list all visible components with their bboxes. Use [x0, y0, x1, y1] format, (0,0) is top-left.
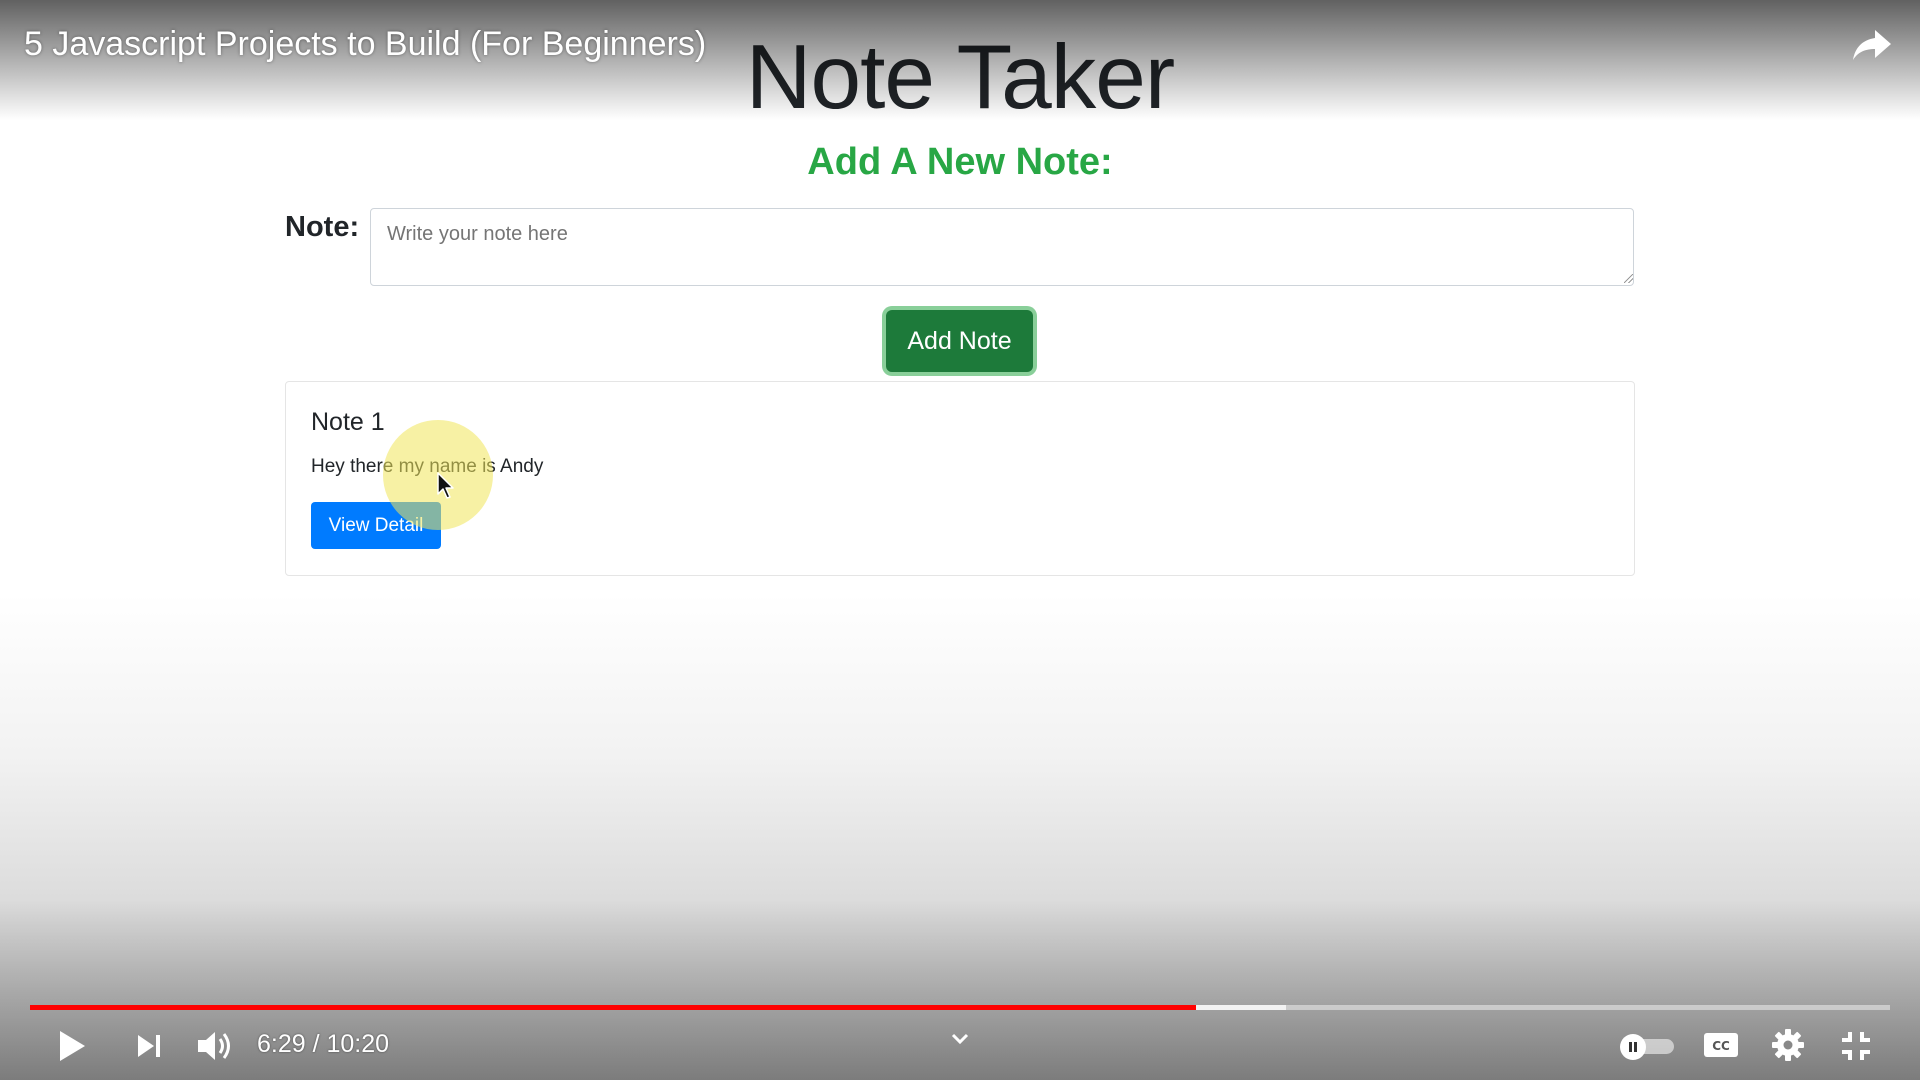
progress-bar[interactable] [30, 1005, 1890, 1010]
cc-icon: CC [1704, 1033, 1738, 1057]
progress-played [30, 1005, 1197, 1010]
note-card [285, 381, 1635, 576]
volume-icon [198, 1032, 230, 1060]
exit-fullscreen-icon [1842, 1032, 1870, 1060]
settings-button[interactable] [1770, 1027, 1806, 1063]
note-card-title: Note 1 [311, 408, 385, 436]
add-note-heading: Add A New Note: [807, 141, 1113, 183]
share-icon[interactable] [1851, 26, 1893, 64]
note-label: Note: [285, 211, 360, 243]
autoplay-toggle[interactable] [1620, 1034, 1676, 1060]
video-title[interactable]: 5 Javascript Projects to Build (For Begi… [24, 25, 706, 64]
view-detail-button[interactable]: View Detail [311, 502, 441, 549]
captions-button[interactable]: CC [1702, 1030, 1740, 1060]
time-display: 6:29 / 10:20 [257, 1030, 390, 1058]
svg-text:CC: CC [1712, 1039, 1730, 1053]
textarea-resize-grip[interactable] [1624, 274, 1633, 283]
pause-icon [1629, 1042, 1637, 1052]
note-input[interactable] [370, 208, 1634, 286]
add-note-button[interactable]: Add Note [886, 310, 1033, 372]
chevron-down-icon[interactable] [948, 1030, 972, 1048]
volume-button[interactable] [194, 1026, 238, 1066]
play-button[interactable] [52, 1026, 92, 1066]
play-icon [60, 1031, 85, 1061]
next-icon [138, 1035, 160, 1057]
gear-icon [1772, 1029, 1804, 1061]
note-card-text: Hey there my name is Andy [311, 456, 544, 477]
next-button[interactable] [131, 1028, 167, 1064]
autoplay-knob [1620, 1034, 1646, 1060]
exit-fullscreen-button[interactable] [1838, 1028, 1874, 1064]
